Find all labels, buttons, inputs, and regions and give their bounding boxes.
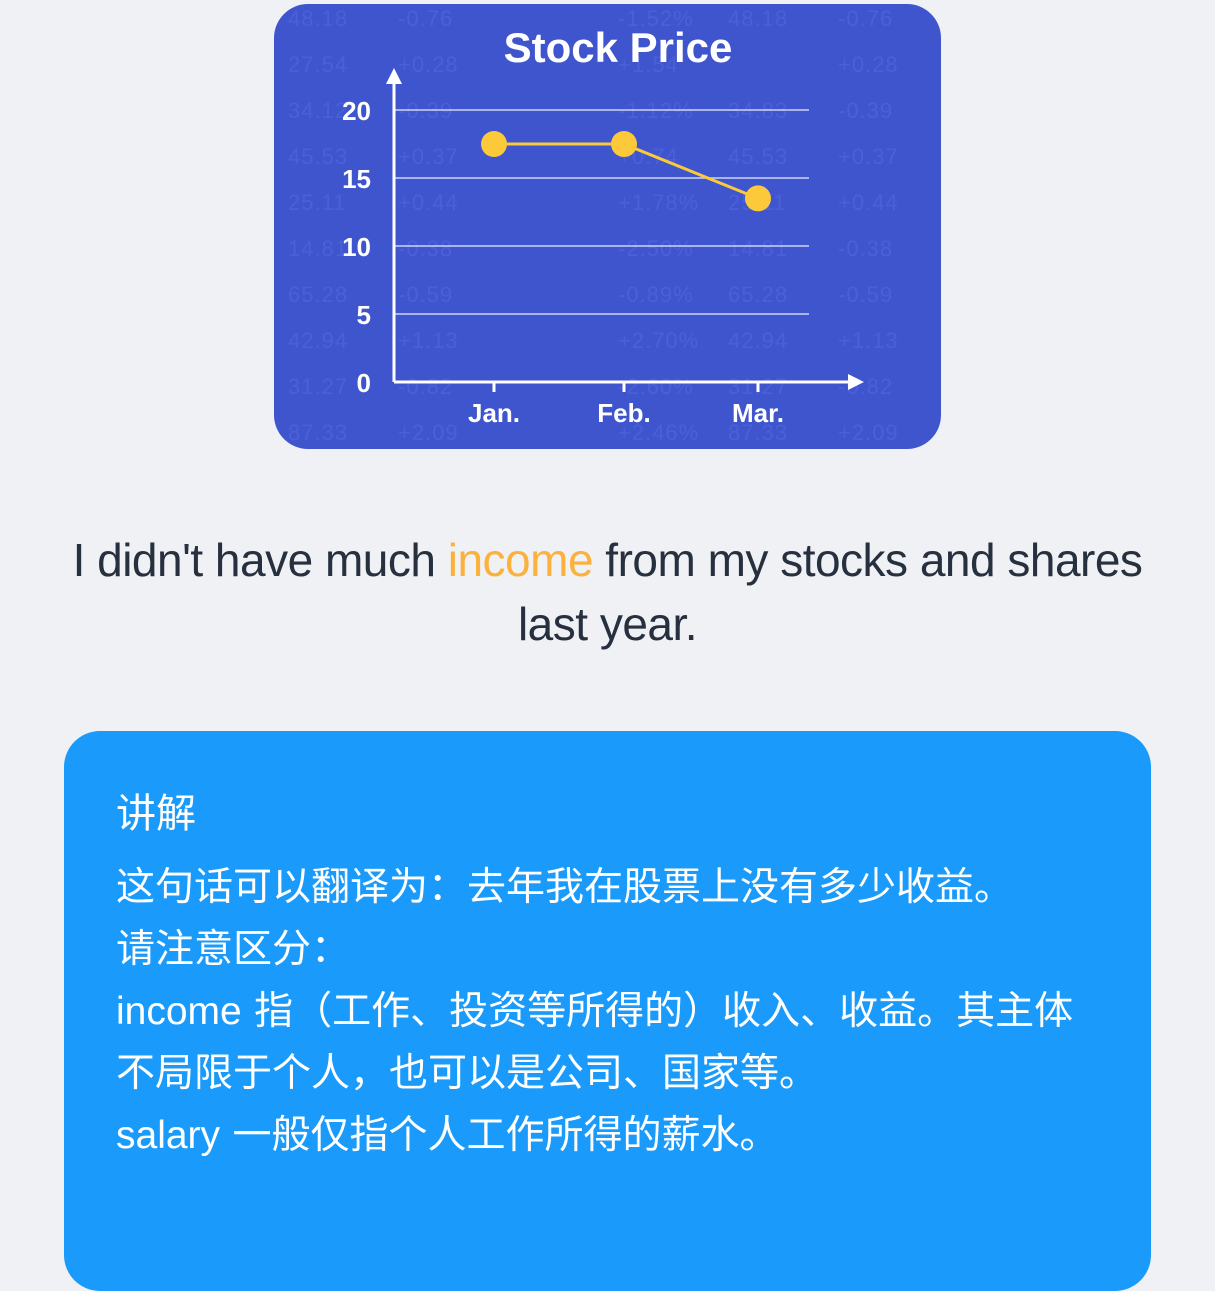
sentence-text-before: I didn't have much [72, 534, 448, 586]
y-axis-arrow-icon [386, 68, 402, 84]
salary-definition-text: 一般仅指个人工作所得的薪水。 [220, 1113, 779, 1158]
stock-price-chart-card: 48.18 -0.76 -1.52% 48.18 -0.76 27.54 +0.28 +1.5… [274, 4, 941, 449]
x-axis-arrow-icon [848, 374, 864, 390]
x-tick-label: Feb. [597, 398, 650, 428]
price-series [481, 131, 771, 212]
data-point [481, 131, 507, 157]
data-point [611, 131, 637, 157]
explanation-card: 讲解 这句话可以翻译为：去年我在股票上没有多少收益。 请注意区分： income… [64, 731, 1151, 1291]
y-tick-labels: 0 5 10 15 20 [342, 96, 371, 398]
highlighted-word: income [447, 534, 594, 586]
income-definition-text: 指（工作、投资等所得的）收入、收益。其主体不局限于个人，也可以是公司、国家等。 [116, 989, 1074, 1096]
explanation-title: 讲解 [116, 791, 196, 837]
y-tick-label: 15 [342, 164, 371, 194]
chart-gridlines [394, 109, 809, 315]
x-tick-label: Mar. [732, 398, 784, 428]
y-tick-label: 10 [342, 232, 371, 262]
sentence-text-after: from my stocks and shares last year. [517, 534, 1143, 650]
stock-price-chart: Stock Price 0 5 10 15 20 Jan. Feb. Mar. [342, 24, 864, 428]
translation-text: 这句话可以翻译为：去年我在股票上没有多少收益。 [116, 865, 1014, 910]
chart-title: Stock Price [504, 24, 733, 71]
income-definition: income 指（工作、投资等所得的）收入、收益。其主体不局限于个人，也可以是公… [116, 981, 1076, 1105]
income-keyword: income [116, 990, 242, 1033]
example-sentence: I didn't have much income from my stocks… [60, 528, 1155, 656]
x-tick-label: Jan. [468, 398, 520, 428]
salary-keyword: salary [116, 1114, 221, 1157]
salary-definition: salary 一般仅指个人工作所得的薪水。 [116, 1105, 1076, 1167]
y-tick-label: 0 [357, 368, 371, 398]
y-tick-label: 20 [342, 96, 371, 126]
y-tick-label: 5 [357, 300, 371, 330]
x-tick-labels: Jan. Feb. Mar. [468, 382, 784, 428]
explanation-body: 这句话可以翻译为：去年我在股票上没有多少收益。 请注意区分： income 指（… [116, 857, 1076, 1167]
data-point [745, 185, 771, 212]
distinguish-note: 请注意区分： [116, 927, 351, 972]
